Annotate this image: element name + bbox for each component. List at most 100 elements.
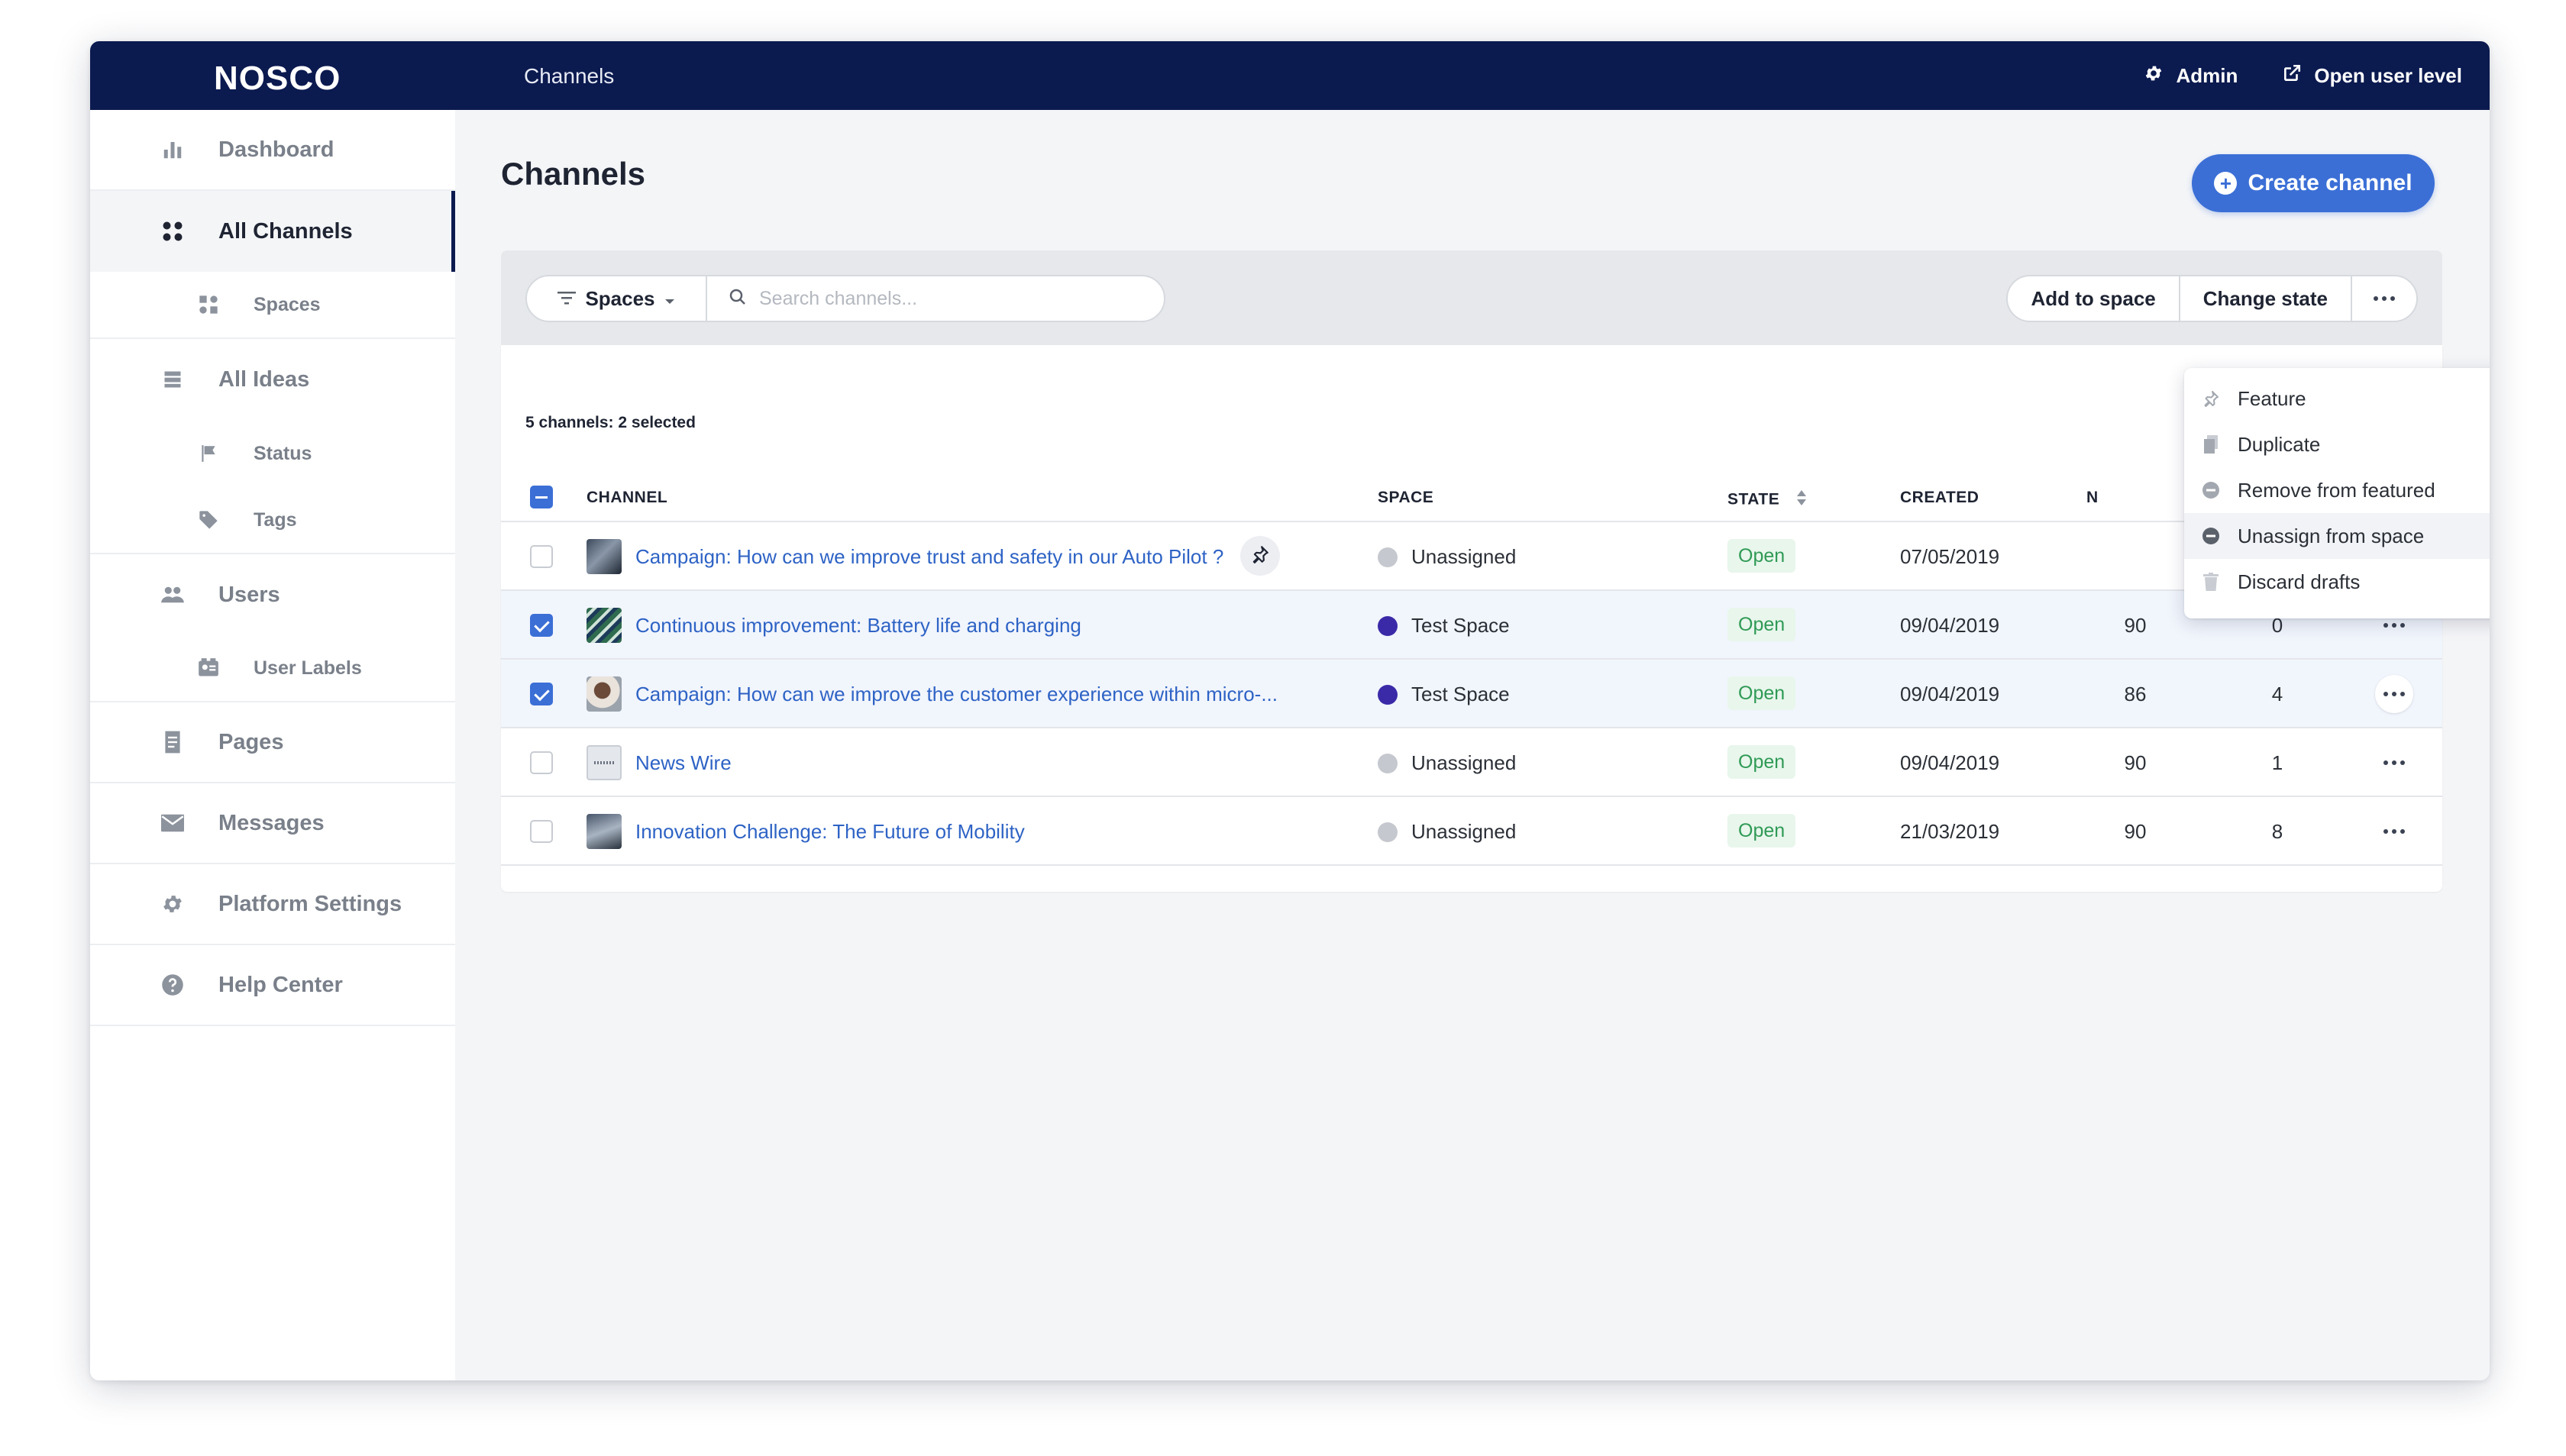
sidebar-item-platform-settings[interactable]: Platform Settings xyxy=(90,864,455,945)
sidebar-item-dashboard[interactable]: Dashboard xyxy=(90,110,455,191)
state-badge: Open xyxy=(1727,745,1796,779)
gear-icon xyxy=(2144,63,2164,89)
open-user-level-button[interactable]: Open user level xyxy=(2282,63,2462,89)
plus-icon: + xyxy=(2214,172,2238,195)
document-icon xyxy=(160,730,185,754)
featured-pin-button[interactable] xyxy=(1240,536,1280,576)
menu-item-unassign-from-space[interactable]: Unassign from space xyxy=(2184,513,2490,559)
sidebar-item-help-center[interactable]: Help Center xyxy=(90,945,455,1026)
logo[interactable]: NOSCO xyxy=(214,60,341,98)
row-checkbox[interactable] xyxy=(530,820,553,843)
menu-item-feature[interactable]: Feature xyxy=(2184,376,2490,421)
space-cell: Test Space xyxy=(1378,614,1510,638)
row-checkbox[interactable] xyxy=(530,683,553,705)
more-actions-button[interactable] xyxy=(2352,276,2416,321)
table-row[interactable]: Innovation Challenge: The Future of Mobi… xyxy=(501,797,2442,866)
admin-button[interactable]: Admin xyxy=(2144,63,2238,89)
bar-chart-icon xyxy=(160,137,185,162)
space-dot xyxy=(1378,753,1398,773)
app-window: NOSCO Channels Admin Open user level Das xyxy=(90,41,2490,1380)
spaces-filter-dropdown[interactable]: Spaces xyxy=(527,276,707,321)
state-badge: Open xyxy=(1727,676,1796,710)
created-date: 09/04/2019 xyxy=(1900,614,2000,637)
column-header-state[interactable]: STATE xyxy=(1727,489,1808,512)
count-value: 90 xyxy=(2124,751,2147,774)
sidebar-item-label: Spaces xyxy=(254,293,321,315)
table-row[interactable]: News Wire Unassigned Open 09/04/2019 90 … xyxy=(501,728,2442,797)
channel-link[interactable]: News Wire xyxy=(635,751,732,775)
sidebar-item-pages[interactable]: Pages xyxy=(90,702,455,783)
channel-link[interactable]: Continuous improvement: Battery life and… xyxy=(635,614,1081,638)
space-name: Unassigned xyxy=(1411,820,1517,843)
sidebar-item-tags[interactable]: Tags xyxy=(90,487,455,554)
sidebar-item-messages[interactable]: Messages xyxy=(90,783,455,864)
pin-icon xyxy=(1250,544,1270,568)
column-header-created[interactable]: CREATED xyxy=(1900,489,1979,507)
sidebar-item-label: Dashboard xyxy=(218,137,334,162)
count-value: 8 xyxy=(2271,820,2283,843)
row-more-button[interactable] xyxy=(2375,675,2413,713)
created-date: 09/04/2019 xyxy=(1900,751,2000,774)
caret-down-icon xyxy=(664,287,675,311)
space-name: Unassigned xyxy=(1411,751,1517,774)
table-row[interactable]: Campaign: How can we improve the custome… xyxy=(501,660,2442,728)
sidebar-item-spaces[interactable]: Spaces xyxy=(90,272,455,339)
sidebar-item-all-channels[interactable]: All Channels xyxy=(90,191,455,272)
filter-group: Spaces xyxy=(525,275,1165,322)
table-row[interactable]: Campaign: How can we improve trust and s… xyxy=(501,522,2442,591)
channel-link[interactable]: Innovation Challenge: The Future of Mobi… xyxy=(635,820,1025,844)
sidebar-item-label: Messages xyxy=(218,810,325,835)
sidebar-item-label: User Labels xyxy=(254,657,362,679)
sidebar-item-users[interactable]: Users xyxy=(90,554,455,635)
menu-item-label: Unassign from space xyxy=(2238,524,2425,547)
count-value: 1 xyxy=(2271,751,2283,774)
help-icon xyxy=(160,973,185,997)
table-row[interactable]: Continuous improvement: Battery life and… xyxy=(501,591,2442,660)
channel-link[interactable]: Campaign: How can we improve the custome… xyxy=(635,683,1278,706)
count-value: 86 xyxy=(2124,683,2147,705)
column-header-partial[interactable]: N xyxy=(2086,489,2099,507)
column-header-space[interactable]: SPACE xyxy=(1378,489,1433,507)
row-checkbox[interactable] xyxy=(530,614,553,637)
channel-link[interactable]: Campaign: How can we improve trust and s… xyxy=(635,545,1223,569)
create-channel-button[interactable]: + Create channel xyxy=(2192,154,2435,212)
sidebar-item-user-labels[interactable]: User Labels xyxy=(90,635,455,702)
sidebar-item-label: Tags xyxy=(254,508,297,531)
add-to-space-button[interactable]: Add to space xyxy=(2008,276,2180,321)
channel-thumbnail xyxy=(587,539,622,574)
menu-item-label: Discard drafts xyxy=(2238,570,2361,593)
column-header-channel[interactable]: CHANNEL xyxy=(587,489,667,507)
row-checkbox[interactable] xyxy=(530,751,553,774)
sidebar-item-all-ideas[interactable]: All Ideas xyxy=(90,339,455,420)
grid-dots-icon xyxy=(160,219,185,244)
space-dot xyxy=(1378,684,1398,705)
state-badge: Open xyxy=(1727,608,1796,641)
space-name: Test Space xyxy=(1411,614,1510,637)
trash-icon xyxy=(2201,572,2221,592)
open-user-level-label: Open user level xyxy=(2314,63,2462,87)
sidebar-item-label: All Channels xyxy=(218,218,353,244)
copy-icon xyxy=(2201,434,2221,454)
search-icon xyxy=(729,288,747,310)
sidebar-item-label: Pages xyxy=(218,729,284,754)
sidebar-item-status[interactable]: Status xyxy=(90,420,455,487)
menu-item-duplicate[interactable]: Duplicate xyxy=(2184,421,2490,467)
select-all-checkbox[interactable] xyxy=(530,486,553,508)
table-header: CHANNEL SPACE STATE CREATED N xyxy=(501,473,2442,522)
row-more-button[interactable] xyxy=(2375,744,2413,782)
space-dot xyxy=(1378,822,1398,842)
change-state-button[interactable]: Change state xyxy=(2180,276,2352,321)
page-title: Channels xyxy=(501,156,646,192)
top-bar: NOSCO Channels Admin Open user level xyxy=(90,41,2490,110)
section-title: Channels xyxy=(524,64,615,88)
menu-item-remove-from-featured[interactable]: Remove from featured xyxy=(2184,467,2490,513)
state-badge: Open xyxy=(1727,814,1796,847)
sidebar-item-label: All Ideas xyxy=(218,366,310,392)
menu-item-discard-drafts[interactable]: Discard drafts xyxy=(2184,559,2490,605)
row-checkbox[interactable] xyxy=(530,545,553,568)
space-name: Unassigned xyxy=(1411,545,1517,568)
pin-icon xyxy=(2201,389,2221,408)
row-more-button[interactable] xyxy=(2375,812,2413,851)
space-dot xyxy=(1378,547,1398,567)
search-input[interactable] xyxy=(759,287,1141,310)
